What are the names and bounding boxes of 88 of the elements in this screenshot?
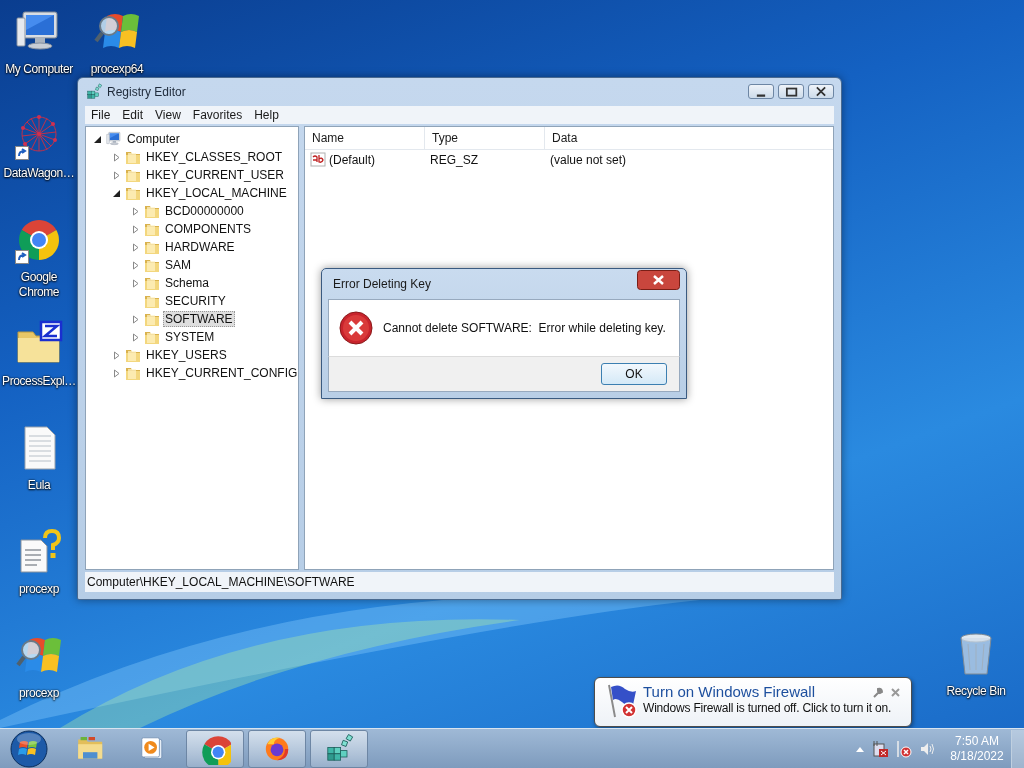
status-bar-text: Computer\HKEY_LOCAL_MACHINE\SOFTWARE bbox=[87, 575, 355, 589]
close-button[interactable] bbox=[808, 84, 834, 99]
menu-item[interactable]: View bbox=[149, 108, 187, 122]
window-title: Registry Editor bbox=[107, 85, 187, 99]
column-header[interactable]: Type bbox=[425, 127, 545, 149]
tree-item[interactable]: SYSTEM bbox=[163, 329, 217, 345]
expand-arrow-icon[interactable] bbox=[131, 332, 140, 342]
table-cell: (Default) bbox=[329, 153, 375, 167]
start-button[interactable] bbox=[8, 728, 50, 768]
folder-icon bbox=[144, 275, 160, 291]
icon-label[interactable]: Recycle Bin bbox=[946, 684, 1006, 699]
folder-icon bbox=[125, 185, 141, 201]
folder-icon bbox=[144, 239, 160, 255]
network-icon[interactable] bbox=[871, 739, 889, 758]
icon-label[interactable]: Eula bbox=[27, 478, 51, 493]
column-header[interactable]: Data bbox=[545, 127, 833, 149]
tree-item[interactable]: Computer bbox=[125, 131, 182, 147]
expand-arrow-icon[interactable] bbox=[131, 224, 140, 234]
expand-arrow-icon[interactable] bbox=[112, 368, 121, 378]
folder-icon bbox=[144, 203, 160, 219]
clock-date: 8/18/2022 bbox=[950, 748, 1004, 764]
notification-balloon[interactable]: Turn on Windows Firewall Windows Firewall is turned off. Click to turn it on. bbox=[594, 677, 912, 727]
column-header[interactable]: Name bbox=[305, 127, 425, 149]
tree-item[interactable]: HKEY_CURRENT_CONFIG bbox=[144, 365, 300, 381]
expand-arrow-icon[interactable] bbox=[112, 170, 121, 180]
close-icon[interactable] bbox=[890, 687, 901, 698]
firewall-flag-icon bbox=[605, 683, 639, 719]
icon-label[interactable]: procexp64 bbox=[90, 62, 144, 77]
collapse-arrow-icon[interactable] bbox=[93, 134, 102, 144]
expand-arrow-icon[interactable] bbox=[112, 350, 121, 360]
tree-item[interactable]: HKEY_CURRENT_USER bbox=[144, 167, 287, 183]
icon-label[interactable]: ProcessExpl… bbox=[2, 374, 76, 389]
folder-icon bbox=[144, 293, 160, 309]
tree-item[interactable]: SECURITY bbox=[163, 293, 228, 309]
close-button[interactable] bbox=[637, 270, 680, 290]
tree-item[interactable]: HKEY_CLASSES_ROOT bbox=[144, 149, 285, 165]
expand-arrow-icon[interactable] bbox=[131, 260, 140, 270]
menu-item[interactable]: Help bbox=[248, 108, 285, 122]
icon-label[interactable]: procexp bbox=[19, 582, 59, 597]
tree-item[interactable]: Schema bbox=[163, 275, 212, 291]
collapse-arrow-icon[interactable] bbox=[112, 188, 121, 198]
table-cell: REG_SZ bbox=[430, 153, 478, 167]
folder-icon bbox=[125, 347, 141, 363]
taskbar-button[interactable] bbox=[310, 729, 368, 768]
error-message: Cannot delete SOFTWARE: Error while deleting key. bbox=[383, 321, 666, 335]
icon-label[interactable]: DataWagon… bbox=[3, 166, 75, 181]
folder-icon bbox=[144, 311, 160, 327]
maximize-button[interactable] bbox=[778, 84, 804, 99]
tree-item[interactable]: HKEY_USERS bbox=[144, 347, 229, 363]
string-value-icon bbox=[310, 152, 326, 168]
table-cell: (value not set) bbox=[550, 153, 627, 167]
computer-icon bbox=[106, 131, 122, 147]
expand-arrow-icon[interactable] bbox=[131, 314, 140, 324]
tree-item[interactable]: HARDWARE bbox=[163, 239, 237, 255]
show-hidden-icons-icon[interactable] bbox=[855, 745, 865, 752]
tree-item[interactable]: BCD00000000 bbox=[163, 203, 246, 219]
menu-item[interactable]: File bbox=[85, 108, 117, 122]
tree-item[interactable]: SOFTWARE bbox=[163, 311, 235, 327]
icon-label[interactable]: Google Chrome bbox=[2, 270, 76, 300]
expand-arrow-icon[interactable] bbox=[112, 152, 121, 162]
ok-button[interactable]: OK bbox=[601, 363, 667, 385]
tree-item[interactable]: HKEY_LOCAL_MACHINE bbox=[144, 185, 289, 201]
action-center-flag-icon[interactable] bbox=[895, 739, 913, 758]
notification-title: Turn on Windows Firewall bbox=[643, 683, 815, 700]
expand-arrow-icon[interactable] bbox=[131, 206, 140, 216]
icon-label[interactable]: procexp bbox=[19, 686, 59, 701]
folder-icon bbox=[125, 167, 141, 183]
cubes-icon bbox=[85, 83, 103, 101]
minimize-button[interactable] bbox=[748, 84, 774, 99]
expand-arrow-icon[interactable] bbox=[131, 242, 140, 252]
folder-icon bbox=[125, 149, 141, 165]
folder-icon bbox=[144, 221, 160, 237]
folder-icon bbox=[144, 329, 160, 345]
dialog-title: Error Deleting Key bbox=[333, 277, 432, 291]
menu-item[interactable]: Favorites bbox=[186, 108, 249, 122]
taskbar-button[interactable] bbox=[186, 729, 244, 768]
menu-item[interactable]: Edit bbox=[116, 108, 150, 122]
wrench-icon[interactable] bbox=[872, 687, 884, 699]
tree-item[interactable]: SAM bbox=[163, 257, 193, 273]
icon-label[interactable]: My Computer bbox=[5, 62, 73, 77]
folder-icon bbox=[125, 365, 141, 381]
taskbar-button[interactable] bbox=[248, 729, 306, 768]
clock-time: 7:50 AM bbox=[955, 733, 999, 749]
tree-item[interactable]: COMPONENTS bbox=[163, 221, 253, 237]
error-icon bbox=[339, 311, 373, 345]
notification-message: Windows Firewall is turned off. Click to turn it on. bbox=[643, 701, 892, 715]
folder-icon bbox=[144, 257, 160, 273]
expand-arrow-icon[interactable] bbox=[131, 278, 140, 288]
